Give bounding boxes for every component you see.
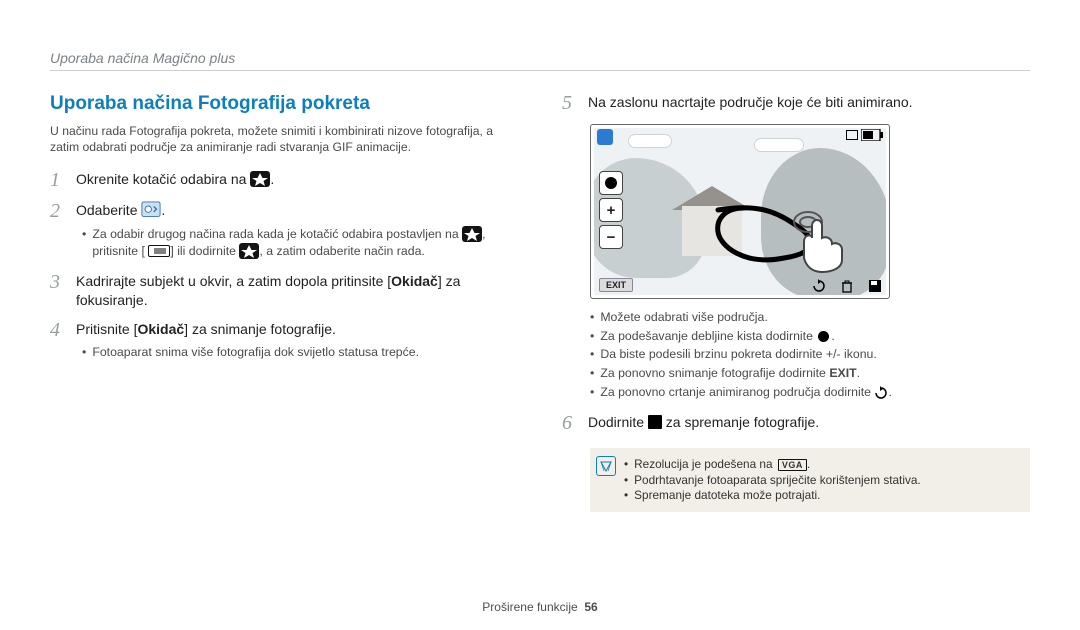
note-1: Podrhtavanje fotoaparata spriječite kori… (634, 473, 921, 487)
step-6-b: za spremanje fotografije. (662, 414, 819, 430)
bullet-2: Da biste podesili brzinu pokreta dodirni… (600, 346, 877, 363)
step-6-a: Dodirnite (588, 414, 648, 430)
step-2-text: Odaberite (76, 202, 141, 218)
step-number: 2 (50, 201, 68, 222)
note-2: Spremanje datoteka može potrajati. (634, 488, 820, 502)
step-5: 5 Na zaslonu nacrtajte područje koje će … (562, 93, 1030, 114)
brush-size-button[interactable] (599, 171, 623, 195)
page-footer: Proširene funkcije 56 (0, 600, 1080, 614)
speed-minus-button[interactable]: − (599, 225, 623, 249)
step-2-note-list: Za odabir drugog načina rada kada je kot… (82, 226, 518, 260)
shutter-word: Okidač (391, 273, 438, 289)
motion-photo-mode-icon (141, 201, 161, 219)
note-list: Rezolucija je podešena na VGA. Podrhtava… (624, 456, 921, 504)
redraw-icon[interactable] (811, 278, 827, 294)
info-icon (596, 456, 616, 476)
battery-icon (846, 129, 883, 141)
mode-dial-magic-icon (462, 226, 482, 242)
running-title: Uporaba načina Magično plus (50, 50, 1030, 66)
step-number: 6 (562, 413, 580, 434)
right-step-list: 5 Na zaslonu nacrtajte područje koje će … (562, 93, 1030, 114)
bullet-3: Za ponovno snimanje fotografije dodirnit… (600, 366, 829, 380)
intro-paragraph: U načinu rada Fotografija pokreta, možet… (50, 123, 518, 156)
step-2-note-a: Za odabir drugog načina rada kada je kot… (92, 227, 462, 241)
section-heading: Uporaba načina Fotografija pokreta (50, 93, 518, 115)
shutter-word: Okidač (137, 321, 184, 337)
camera-screen-illustration: + − EXIT (590, 124, 890, 299)
bullet-4: Za ponovno crtanje animiranog područja d… (600, 385, 874, 399)
step-number: 5 (562, 93, 580, 114)
photo-mode-icon (597, 129, 613, 145)
redraw-icon (874, 384, 888, 401)
step-5-text: Na zaslonu nacrtajte područje koje će bi… (588, 94, 913, 110)
rule (50, 70, 1030, 71)
brush-control-panel: + − (599, 171, 625, 252)
exit-word: EXIT (829, 365, 856, 382)
mode-dial-magic-icon (250, 171, 270, 187)
save-icon[interactable] (867, 278, 883, 294)
step-3: 3 Kadrirajte subjekt u okvir, a zatim do… (50, 272, 518, 310)
step-4-text-a: Pritisnite [ (76, 321, 137, 337)
page-number: 56 (584, 600, 597, 614)
step-2-note-d: , a zatim odaberite način rada. (259, 244, 424, 258)
step-4: 4 Pritisnite [Okidač] za snimanje fotogr… (50, 320, 518, 363)
step-2-note-c: ] ili dodirnite (170, 244, 239, 258)
save-icon (648, 415, 662, 429)
brush-size-icon (818, 331, 829, 342)
bullet-1: Za podešavanje debljine kista dodirnite (600, 329, 816, 343)
step-number: 1 (50, 170, 68, 191)
step-1: 1 Okrenite kotačić odabira na . (50, 170, 518, 191)
step-4-note: Fotoaparat snima više fotografija dok sv… (92, 344, 419, 361)
vga-badge: VGA (778, 459, 807, 471)
step-5-bullets: Možete odabrati više područja. Za podeša… (590, 309, 1030, 401)
bullet-0: Možete odabrati više područja. (600, 309, 767, 326)
step-2: 2 Odaberite . Za odabir drugog načina ra… (50, 201, 518, 262)
footer-label: Proširene funkcije (482, 600, 577, 614)
step-1-text: Okrenite kotačić odabira na (76, 171, 250, 187)
note-callout: Rezolucija je podešena na VGA. Podrhtava… (590, 448, 1030, 512)
step-number: 4 (50, 320, 68, 341)
trash-icon[interactable] (839, 278, 855, 294)
touch-hand-icon (792, 208, 852, 274)
right-column: 5 Na zaslonu nacrtajte područje koje će … (562, 93, 1030, 512)
speed-plus-button[interactable]: + (599, 198, 623, 222)
step-number: 3 (50, 272, 68, 293)
exit-button[interactable]: EXIT (599, 278, 633, 292)
left-step-list: 1 Okrenite kotačić odabira na . 2 Odaber… (50, 170, 518, 363)
step-3-text-a: Kadrirajte subjekt u okvir, a zatim dopo… (76, 273, 391, 289)
note-0: Rezolucija je podešena na (634, 457, 776, 471)
menu-key-icon (148, 245, 170, 257)
mode-dial-magic-icon (239, 243, 259, 259)
step-6: 6 Dodirnite za spremanje fotografije. (562, 413, 1030, 434)
left-column: Uporaba načina Fotografija pokreta U nač… (50, 93, 518, 512)
step-4-note-list: Fotoaparat snima više fotografija dok sv… (82, 344, 518, 361)
step-4-text-b: ] za snimanje fotografije. (184, 321, 336, 337)
